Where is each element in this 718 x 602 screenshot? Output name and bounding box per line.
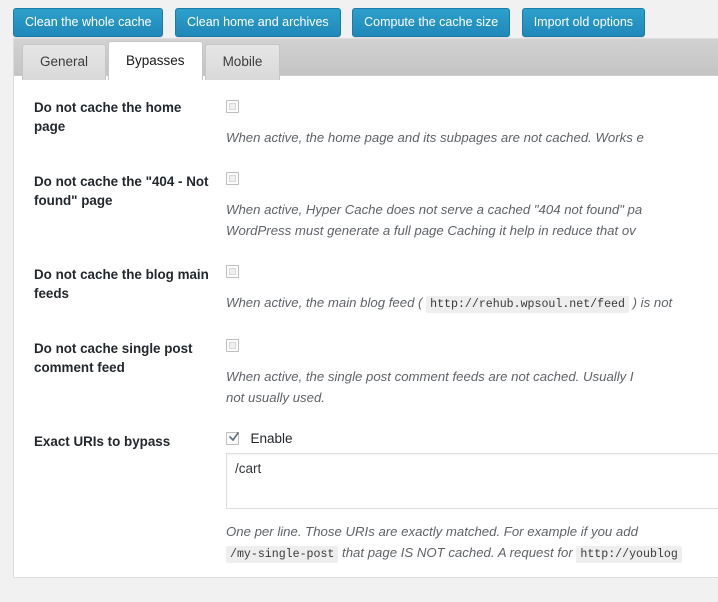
checkbox-do-not-cache-404[interactable] <box>226 172 239 185</box>
description-comment-feed-line2: not usually used. <box>226 387 718 408</box>
row-do-not-cache-comment-feed: Do not cache single post comment feed Wh… <box>14 315 718 408</box>
label-do-not-cache-comment-feed: Do not cache single post comment feed <box>14 315 226 377</box>
label-exact-uris-to-bypass: Exact URIs to bypass <box>14 408 226 451</box>
checkmark-icon <box>229 432 238 441</box>
description-feeds-text-before: When active, the main blog feed ( <box>226 295 422 310</box>
example-uri-code: /my-single-post <box>226 546 338 563</box>
tab-bypasses[interactable]: Bypasses <box>108 41 203 80</box>
field-exact-uris-to-bypass: Enable One per line. Those URIs are exac… <box>226 408 718 565</box>
settings-panel: General Bypasses Mobile Do not cache the… <box>13 38 718 578</box>
label-do-not-cache-404: Do not cache the "404 - Not found" page <box>14 148 226 210</box>
field-do-not-cache-comment-feed: When active, the single post comment fee… <box>226 315 718 408</box>
description-comment-feed-line1: When active, the single post comment fee… <box>226 366 718 387</box>
bypasses-form: Do not cache the home page When active, … <box>14 76 718 565</box>
enable-label: Enable <box>250 432 292 446</box>
checkbox-do-not-cache-comment-feed[interactable] <box>226 339 239 352</box>
label-do-not-cache-blog-feeds: Do not cache the blog main feeds <box>14 241 226 303</box>
description-exact-uris-line1: One per line. Those URIs are exactly mat… <box>226 521 718 542</box>
field-do-not-cache-home-page: When active, the home page and its subpa… <box>226 76 718 148</box>
hyper-cache-settings-page: Clean the whole cache Clean home and arc… <box>0 0 718 602</box>
description-exact-uris-text-middle: that page IS NOT cached. A request for <box>342 545 573 560</box>
description-feeds-text-after: ) is not <box>633 295 673 310</box>
description-do-not-cache-blog-feeds: When active, the main blog feed ( http:/… <box>226 292 718 315</box>
description-do-not-cache-404-line2: WordPress must generate a full page Cach… <box>226 220 718 241</box>
field-do-not-cache-404: When active, Hyper Cache does not serve … <box>226 148 718 241</box>
description-exact-uris-line2: /my-single-post that page IS NOT cached.… <box>226 542 718 565</box>
feed-url-code: http://rehub.wpsoul.net/feed <box>426 296 629 313</box>
exact-uris-textarea[interactable] <box>226 453 718 509</box>
checkbox-enable-exact-uris[interactable] <box>226 432 239 445</box>
import-old-options-button[interactable]: Import old options <box>522 8 645 37</box>
tab-mobile[interactable]: Mobile <box>205 44 281 80</box>
row-do-not-cache-home-page: Do not cache the home page When active, … <box>14 76 718 148</box>
description-exact-uris-text-before: One per line. Those URIs are exactly mat… <box>226 524 638 539</box>
checkbox-do-not-cache-home-page[interactable] <box>226 100 239 113</box>
field-do-not-cache-blog-feeds: When active, the main blog feed ( http:/… <box>226 241 718 315</box>
enable-toggle[interactable]: Enable <box>226 432 718 446</box>
tab-general[interactable]: General <box>22 44 106 80</box>
clean-whole-cache-button[interactable]: Clean the whole cache <box>13 8 163 37</box>
example-url-code: http://youblog <box>576 546 681 563</box>
row-do-not-cache-blog-feeds: Do not cache the blog main feeds When ac… <box>14 241 718 315</box>
compute-cache-size-button[interactable]: Compute the cache size <box>352 8 510 37</box>
row-exact-uris-to-bypass: Exact URIs to bypass Enable <box>14 408 718 565</box>
clean-home-archives-button[interactable]: Clean home and archives <box>175 8 341 37</box>
settings-tabbar: General Bypasses Mobile <box>14 39 718 76</box>
description-do-not-cache-404-line1: When active, Hyper Cache does not serve … <box>226 199 718 220</box>
checkbox-do-not-cache-blog-feeds[interactable] <box>226 265 239 278</box>
label-do-not-cache-home-page: Do not cache the home page <box>14 76 226 136</box>
description-do-not-cache-home-page: When active, the home page and its subpa… <box>226 127 718 148</box>
action-toolbar: Clean the whole cache Clean home and arc… <box>0 0 718 38</box>
row-do-not-cache-404: Do not cache the "404 - Not found" page … <box>14 148 718 241</box>
